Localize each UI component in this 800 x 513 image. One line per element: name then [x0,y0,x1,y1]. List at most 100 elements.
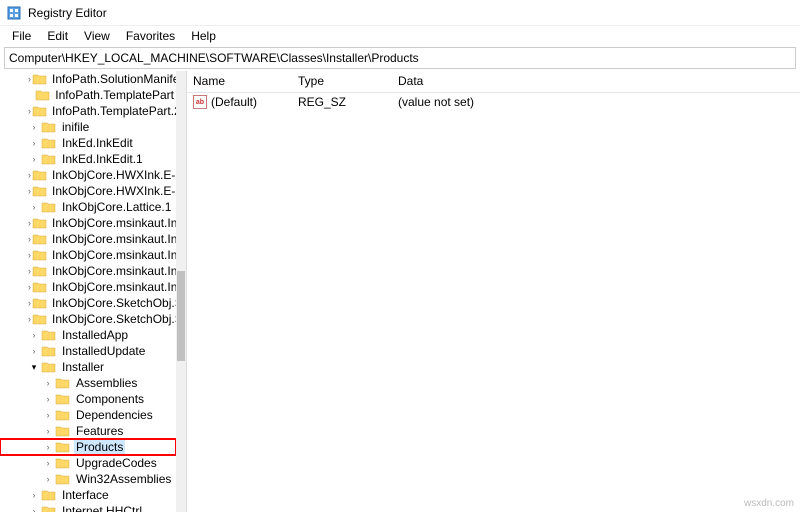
cell-type: REG_SZ [292,94,392,110]
tree-item[interactable]: ›InkObjCore.msinkaut.InkRe [0,247,176,263]
chevron-right-icon[interactable]: › [28,170,31,180]
tree-item[interactable]: ›Internet.HHCtrl [0,503,176,512]
chevron-right-icon[interactable]: › [28,266,31,276]
tree-item[interactable]: ▾ Installer [0,359,176,375]
chevron-right-icon[interactable]: › [28,490,40,500]
tree-item-label: Dependencies [74,408,155,422]
chevron-right-icon[interactable]: › [28,234,31,244]
chevron-down-icon[interactable]: ▾ [28,362,40,373]
col-data[interactable]: Data [392,71,800,92]
tree-item[interactable]: ›Features [0,423,176,439]
chevron-right-icon[interactable]: › [28,314,31,324]
menu-view[interactable]: View [76,27,118,45]
tree-item-label: InfoPath.TemplatePart.2 [50,104,183,118]
menu-file[interactable]: File [4,27,39,45]
tree-item[interactable]: ›Components [0,391,176,407]
chevron-right-icon[interactable]: › [42,410,54,420]
folder-icon [41,344,57,358]
tree-item[interactable]: ›InkObjCore.SketchObj.Sketc [0,295,176,311]
tree-item[interactable]: ›inifile [0,119,176,135]
chevron-right-icon[interactable]: › [28,186,31,196]
folder-icon [32,296,47,310]
tree-item[interactable]: ›InkObjCore.msinkaut.InkRe [0,231,176,247]
chevron-right-icon[interactable]: › [28,218,31,228]
chevron-right-icon[interactable]: › [28,202,40,212]
tree-item[interactable]: ›InfoPath.SolutionManifest. [0,71,176,87]
menu-help[interactable]: Help [183,27,224,45]
chevron-right-icon[interactable]: › [42,378,54,388]
folder-icon [41,120,57,134]
list-row[interactable]: ab(Default)REG_SZ(value not set) [187,93,800,111]
tree-scroll[interactable]: ›InfoPath.SolutionManifest.InfoPath.Temp… [0,71,176,512]
tree-item[interactable]: ›InkObjCore.msinkaut.InkRe [0,263,176,279]
chevron-right-icon[interactable]: › [42,442,54,452]
chevron-right-icon[interactable]: › [28,122,40,132]
tree-panel: ›InfoPath.SolutionManifest.InfoPath.Temp… [0,71,187,512]
tree-item-label: InstalledUpdate [60,344,147,358]
menu-favorites[interactable]: Favorites [118,27,183,45]
tree-item[interactable]: ›InkEd.InkEdit [0,135,176,151]
tree-item[interactable]: ›InkObjCore.msinkaut.InkTra [0,279,176,295]
tree-item[interactable]: ›InkObjCore.SketchObj.Sketc [0,311,176,327]
tree-item[interactable]: ›InkObjCore.msinkaut.InkOb [0,215,176,231]
tree-item[interactable]: › InstalledApp [0,327,176,343]
tree-item[interactable]: ›Win32Assemblies [0,471,176,487]
folder-icon [41,328,57,342]
chevron-right-icon[interactable]: › [28,298,31,308]
tree-item[interactable]: ›InkObjCore.Lattice.1 [0,199,176,215]
folder-icon [32,280,47,294]
tree-item[interactable]: ›InkObjCore.HWXInk.E-Ink.1 [0,183,176,199]
tree-item-label: Products [74,440,125,454]
chevron-right-icon[interactable]: › [28,106,31,116]
window-title: Registry Editor [28,6,107,20]
folder-icon [55,376,71,390]
folder-icon [55,392,71,406]
chevron-right-icon[interactable]: › [42,394,54,404]
chevron-right-icon[interactable]: › [28,74,31,84]
chevron-right-icon[interactable]: › [28,154,40,164]
tree-item[interactable]: ›InfoPath.TemplatePart.2 [0,103,176,119]
tree-item-label: InkObjCore.msinkaut.InkRe [50,264,187,278]
col-type[interactable]: Type [292,71,392,92]
folder-icon [41,152,57,166]
tree-item[interactable]: › Products [0,439,176,455]
tree-item[interactable]: › InstalledUpdate [0,343,176,359]
tree-item-label: Installer [60,360,106,374]
folder-icon [55,472,71,486]
chevron-right-icon[interactable]: › [28,282,31,292]
cell-name: ab(Default) [187,94,292,110]
tree-item[interactable]: › Assemblies [0,375,176,391]
tree-item-label: Assemblies [74,376,139,390]
tree-item[interactable]: › Dependencies [0,407,176,423]
tree-item-label: InstalledApp [60,328,130,342]
list-rows: ab(Default)REG_SZ(value not set) [187,93,800,111]
folder-icon [41,504,57,512]
tree-item[interactable]: ›Interface [0,487,176,503]
folder-icon [41,488,57,502]
menu-edit[interactable]: Edit [39,27,76,45]
tree-item-label: InkObjCore.msinkaut.InkOb [50,216,187,230]
chevron-right-icon[interactable]: › [28,506,40,512]
col-name[interactable]: Name [187,71,292,92]
cell-data: (value not set) [392,94,800,110]
tree-item[interactable]: InfoPath.TemplatePart [0,87,176,103]
tree-item[interactable]: ›UpgradeCodes [0,455,176,471]
app-icon [6,5,22,21]
chevron-right-icon[interactable]: › [28,346,40,356]
tree-item-label: InfoPath.SolutionManifest. [50,72,187,86]
tree-scrollbar[interactable] [176,71,186,512]
tree-scrollbar-thumb[interactable] [177,271,185,361]
watermark: wsxdn.com [744,498,794,509]
string-value-icon: ab [193,95,207,109]
address-bar[interactable]: Computer\HKEY_LOCAL_MACHINE\SOFTWARE\Cla… [4,47,796,69]
chevron-right-icon[interactable]: › [28,250,31,260]
chevron-right-icon[interactable]: › [28,138,40,148]
chevron-right-icon[interactable]: › [28,330,40,340]
tree-item[interactable]: ›InkEd.InkEdit.1 [0,151,176,167]
chevron-right-icon[interactable]: › [42,426,54,436]
chevron-right-icon[interactable]: › [42,458,54,468]
tree-item-label: InkObjCore.HWXInk.E-Ink [50,168,187,182]
folder-icon [55,408,71,422]
chevron-right-icon[interactable]: › [42,474,54,484]
tree-item[interactable]: ›InkObjCore.HWXInk.E-Ink [0,167,176,183]
